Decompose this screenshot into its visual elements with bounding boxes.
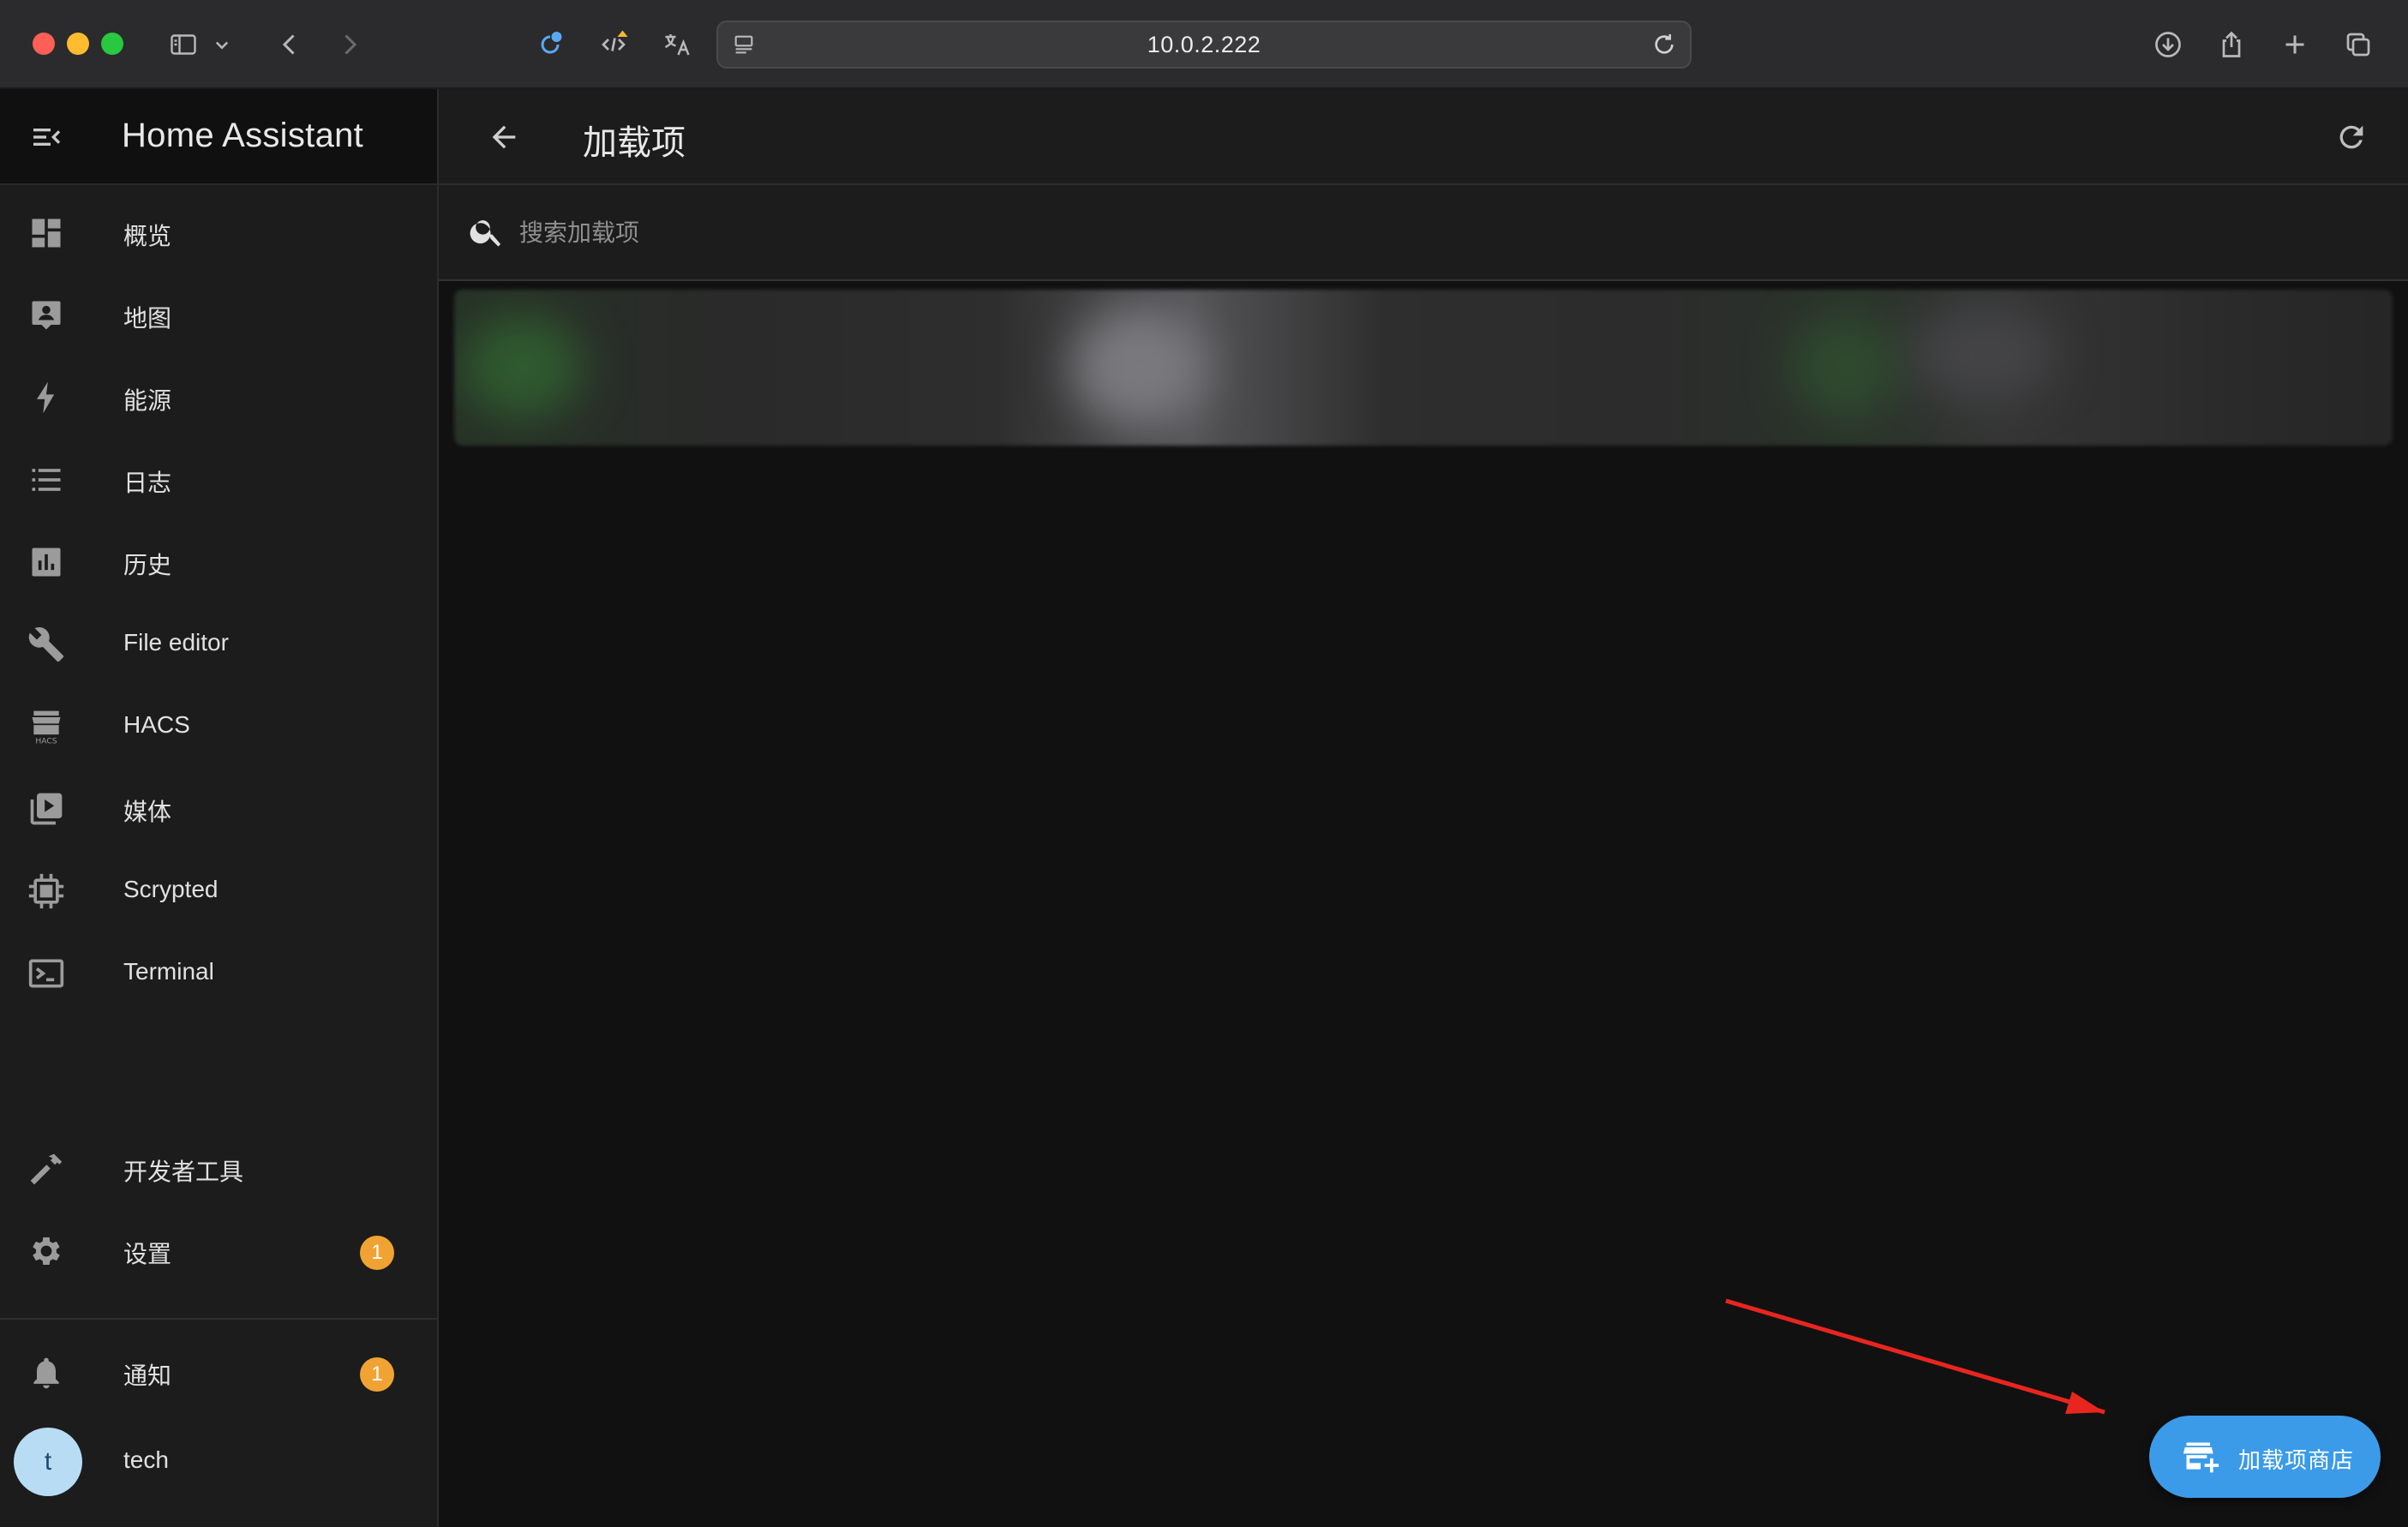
back-nav-icon[interactable] <box>267 22 312 67</box>
main-content: 加载项 加载项商店 <box>439 89 2408 1527</box>
sidebar-item-energy[interactable]: 能源 <box>0 356 437 439</box>
reload-icon[interactable] <box>1650 31 1680 60</box>
sidebar-item-label: Scrypted <box>123 876 219 902</box>
browser-toolbar: 10.0.2.222 <box>0 0 2408 89</box>
sidebar-item-notifications[interactable]: 通知 1 <box>0 1332 437 1414</box>
sidebar-item-label: 地图 <box>123 305 172 332</box>
url-text: 10.0.2.222 <box>1147 31 1261 57</box>
menu-collapse-icon[interactable] <box>24 115 69 159</box>
share-icon[interactable] <box>2209 22 2254 67</box>
chevron-down-icon[interactable] <box>209 22 235 67</box>
tab-overview-icon[interactable] <box>2336 22 2381 67</box>
settings-badge: 1 <box>360 1236 394 1270</box>
minimize-window-button[interactable] <box>67 33 89 55</box>
sidebar-item-label: HACS <box>123 711 190 738</box>
sidebar-item-file-editor[interactable]: File editor <box>0 603 437 686</box>
sidebar-item-label: 设置 <box>123 1241 172 1267</box>
translate-icon[interactable] <box>655 22 699 67</box>
code-warning-icon[interactable] <box>591 22 636 67</box>
top-app-bar: 加载项 <box>439 89 2408 185</box>
sidebar: Home Assistant 概览 地图 能源 日志 历史 File edito… <box>0 89 439 1527</box>
dashboard-icon <box>27 214 69 255</box>
list-icon <box>27 461 69 502</box>
sidebar-item-label: 概览 <box>123 223 172 249</box>
sidebar-item-settings[interactable]: 设置 1 <box>0 1210 437 1292</box>
play-box-multiple-icon <box>27 790 69 831</box>
map-account-icon <box>27 296 69 338</box>
refresh-icon[interactable] <box>2329 115 2374 159</box>
bell-icon <box>27 1354 69 1395</box>
sidebar-header: Home Assistant <box>0 89 437 185</box>
sidebar-item-label: Terminal <box>123 958 214 985</box>
addon-card-blurred[interactable] <box>454 290 2393 446</box>
extension-icon[interactable] <box>528 22 572 67</box>
forward-nav-icon[interactable] <box>327 22 372 67</box>
address-bar[interactable]: 10.0.2.222 <box>716 21 1692 69</box>
sidebar-item-hacs[interactable]: HACS HACS <box>0 686 437 768</box>
gear-icon <box>27 1232 69 1273</box>
sidebar-item-history[interactable]: 历史 <box>0 521 437 603</box>
sidebar-item-label: 通知 <box>123 1362 172 1389</box>
lightning-icon <box>27 379 69 420</box>
hacs-icon: HACS <box>27 708 69 749</box>
search-bar <box>439 185 2408 281</box>
store-plus-icon <box>2182 1438 2219 1476</box>
sidebar-toggle-icon[interactable] <box>161 22 206 67</box>
browser-window: 10.0.2.222 Home Assistant 概览 地图 能源 日志 历史… <box>0 0 2408 1527</box>
sidebar-item-logbook[interactable]: 日志 <box>0 439 437 521</box>
page-title: 加载项 <box>583 124 686 162</box>
sidebar-item-developer-tools[interactable]: 开发者工具 <box>0 1128 437 1210</box>
zoom-window-button[interactable] <box>101 33 123 55</box>
close-window-button[interactable] <box>33 33 55 55</box>
app-title: Home Assistant <box>122 117 364 154</box>
sidebar-item-label: 能源 <box>123 387 172 414</box>
sidebar-item-map[interactable]: 地图 <box>0 274 437 356</box>
user-name: tech <box>123 1446 169 1473</box>
download-icon[interactable] <box>2146 22 2190 67</box>
wrench-icon <box>27 626 69 667</box>
sidebar-item-overview[interactable]: 概览 <box>0 192 437 274</box>
sidebar-item-media[interactable]: 媒体 <box>0 768 437 850</box>
chart-box-icon <box>27 543 69 584</box>
sidebar-item-label: File editor <box>123 629 229 656</box>
search-input[interactable] <box>519 209 2062 257</box>
new-tab-icon[interactable] <box>2273 22 2317 67</box>
sidebar-item-label: 日志 <box>123 470 172 496</box>
sidebar-item-label: 媒体 <box>123 799 172 825</box>
sidebar-item-label: 历史 <box>123 552 172 578</box>
search-icon <box>468 213 507 252</box>
sidebar-item-scrypted[interactable]: Scrypted <box>0 850 437 932</box>
addon-store-button[interactable]: 加载项商店 <box>2149 1416 2381 1498</box>
sidebar-item-profile[interactable]: t tech <box>0 1414 437 1510</box>
sidebar-item-terminal[interactable]: Terminal <box>0 932 437 1015</box>
console-icon <box>27 955 69 996</box>
avatar: t <box>14 1428 82 1496</box>
notifications-badge: 1 <box>360 1357 394 1392</box>
svg-text:HACS: HACS <box>35 736 57 746</box>
sidebar-divider <box>0 1318 437 1320</box>
hammer-icon <box>27 1150 69 1191</box>
sidebar-item-label: 开发者工具 <box>123 1159 244 1185</box>
addon-store-label: 加载项商店 <box>2238 1447 2355 1473</box>
chip-icon <box>27 872 69 913</box>
back-arrow-icon[interactable] <box>482 115 526 159</box>
